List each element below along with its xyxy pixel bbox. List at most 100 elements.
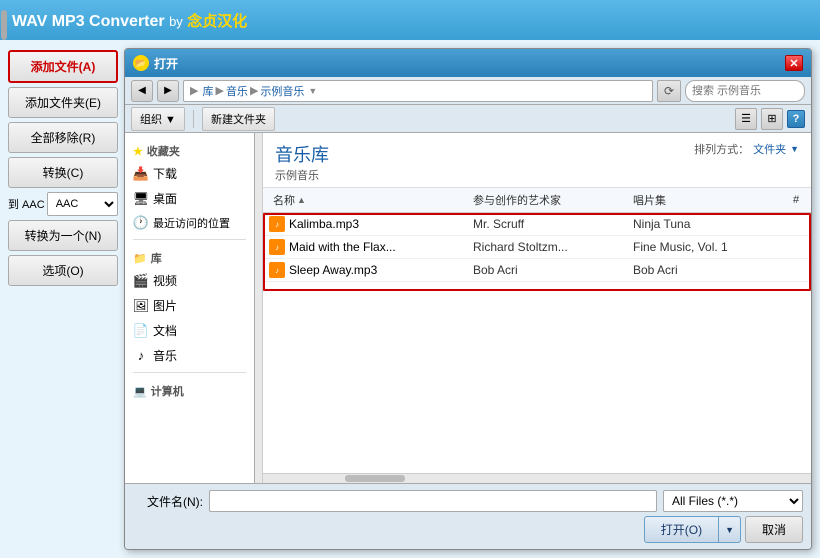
help-button[interactable]: ? [787,110,805,128]
library-subtitle: 示例音乐 [275,167,329,183]
breadcrumb-library[interactable]: 库 [202,83,213,99]
file-row-2[interactable]: ♪ Maid with the Flax... Richard Stoltzm.… [263,236,811,259]
format-select[interactable]: AAC MP3 WAV FLAC [47,192,118,216]
forward-button[interactable]: ▶ [157,80,179,102]
dialog-bottom: 文件名(N): All Files (*.*) 打开(O) ▼ 取消 [125,483,811,549]
add-file-button[interactable]: 添加文件(A) [8,50,118,83]
file-num-2: 2 [789,240,811,254]
dialog-toolbar: 组织 ▼ 新建文件夹 ☰ ⊞ ? [125,105,811,133]
nav-scrollbar[interactable] [255,133,263,483]
nav-divider2 [133,372,246,373]
toolbar-right: ☰ ⊞ ? [735,108,805,130]
name-sort-icon: ▲ [297,195,306,205]
nav-item-downloads[interactable]: 📥 下载 [125,161,254,186]
convert-to-one-button[interactable]: 转换为一个(N) [8,220,118,251]
nav-pane-container: ★ 收藏夹 📥 下载 🖥 桌面 🕐 最近访 [125,133,263,483]
sort-value[interactable]: 文件夹 [753,141,786,157]
nav-divider1 [133,239,246,240]
open-button[interactable]: 打开(O) [644,516,719,543]
col-header-artist[interactable]: 参与创作的艺术家 [469,190,629,210]
back-button[interactable]: ◀ [131,80,153,102]
sort-controls: 排列方式： 文件夹 ▼ [694,141,799,157]
library-icon: 📁 [133,252,147,265]
sort-arrow-icon[interactable]: ▼ [790,144,799,154]
filename-input[interactable] [209,490,657,512]
music-label: 音乐 [153,347,177,364]
format-row: 到 AAC AAC MP3 WAV FLAC [8,192,118,216]
cancel-button[interactable]: 取消 [745,516,803,543]
col-header-name[interactable]: 名称 ▲ [269,190,469,210]
breadcrumb: ▶ 库 ▶ 音乐 ▶ 示例音乐 ▼ [183,80,653,102]
dialog-title-label: 打开 [154,55,785,72]
sidebar: 添加文件(A) 添加文件夹(E) 全部移除(R) 转换(C) 到 AAC AAC… [8,48,118,550]
file-album-1: Ninja Tuna [629,217,789,231]
add-folder-button[interactable]: 添加文件夹(E) [8,87,118,118]
dialog-content: ★ 收藏夹 📥 下载 🖥 桌面 🕐 最近访 [125,133,811,483]
library-section: 📁 库 [125,244,254,268]
dialog-close-button[interactable]: ✕ [785,55,803,71]
desktop-icon: 🖥 [133,191,149,207]
app-title-text: WAV MP3 Converter [12,13,165,30]
desktop-label: 桌面 [153,190,177,207]
filename-label: 文件名(N): [133,493,203,510]
music-icon: ♪ [133,348,149,364]
breadcrumb-music[interactable]: 音乐 [226,83,248,99]
filetype-select[interactable]: All Files (*.*) [663,490,803,512]
file-album-3: Bob Acri [629,263,789,277]
breadcrumb-dropdown-icon[interactable]: ▼ [308,86,317,96]
downloads-icon: 📥 [133,166,149,182]
favorites-label: 收藏夹 [147,143,180,159]
library-title-block: 音乐库 示例音乐 [275,141,329,183]
remove-all-button[interactable]: 全部移除(R) [8,122,118,153]
nav-item-recent[interactable]: 🕐 最近访问的位置 [125,211,254,235]
app-window: WAV MP3 Converter by 念贞汉化 添加文件(A) 添加文件夹(… [0,0,820,558]
app-title: WAV MP3 Converter by 念贞汉化 [12,10,247,31]
search-input[interactable] [692,85,812,97]
new-folder-button[interactable]: 新建文件夹 [202,107,275,131]
col-header-num[interactable]: # [789,190,811,210]
file-name-1: ♪ Kalimba.mp3 [269,216,469,232]
organize-button[interactable]: 组织 ▼ [131,107,185,131]
app-title-bar: WAV MP3 Converter by 念贞汉化 [0,0,820,40]
sort-label: 排列方式： [694,141,749,157]
file-icon-2: ♪ [269,239,285,255]
open-dropdown-button[interactable]: ▼ [719,516,741,543]
nav-item-videos[interactable]: 🎬 视频 [125,268,254,293]
file-row-1[interactable]: ♪ Kalimba.mp3 Mr. Scruff Ninja Tuna 1 [263,213,811,236]
column-headers: 名称 ▲ 参与创作的艺术家 唱片集 # [263,188,811,213]
toolbar-separator [193,110,194,128]
file-area: 音乐库 示例音乐 排列方式： 文件夹 ▼ 名称 ▲ [263,133,811,483]
h-scrollbar[interactable] [263,473,811,483]
library-header: 音乐库 示例音乐 排列方式： 文件夹 ▼ [263,133,811,188]
file-row-3[interactable]: ♪ Sleep Away.mp3 Bob Acri Bob Acri 3 [263,259,811,282]
breadcrumb-sample[interactable]: 示例音乐 [260,83,304,99]
col-header-album[interactable]: 唱片集 [629,190,789,210]
nav-item-music[interactable]: ♪ 音乐 [125,343,254,368]
file-num-3: 3 [789,263,811,277]
dialog-title-bar: 📂 打开 ✕ [125,49,811,77]
favorites-section: ★ 收藏夹 [125,137,254,161]
file-album-2: Fine Music, Vol. 1 [629,240,789,254]
computer-section: 💻 计算机 [125,377,254,401]
pictures-icon: 🖼 [133,298,149,314]
breadcrumb-part1: ▶ [190,84,198,97]
nav-item-pictures[interactable]: 🖼 图片 [125,293,254,318]
dialog-actions: 打开(O) ▼ 取消 [133,516,803,543]
refresh-button[interactable]: ⟳ [657,80,681,102]
nav-item-documents[interactable]: 📄 文档 [125,318,254,343]
documents-icon: 📄 [133,323,149,339]
library-section-label: 库 [151,250,162,266]
file-artist-1: Mr. Scruff [469,217,629,231]
view-list-button[interactable]: ☰ [735,108,757,130]
library-title: 音乐库 [275,141,329,167]
nav-item-desktop[interactable]: 🖥 桌面 [125,186,254,211]
file-artist-3: Bob Acri [469,263,629,277]
computer-label: 计算机 [151,383,184,399]
view-grid-button[interactable]: ⊞ [761,108,783,130]
videos-icon: 🎬 [133,273,149,289]
options-button[interactable]: 选项(O) [8,255,118,286]
format-label: 到 AAC [8,196,45,212]
search-box[interactable]: 🔍 [685,80,805,102]
file-num-1: 1 [789,217,811,231]
convert-button[interactable]: 转换(C) [8,157,118,188]
